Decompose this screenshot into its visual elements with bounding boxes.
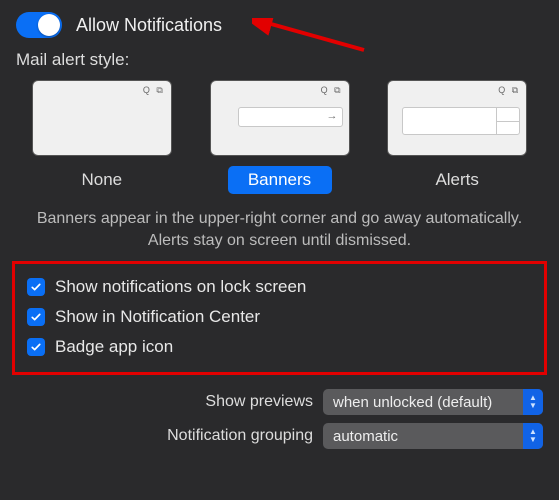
notification-grouping-label: Notification grouping (167, 427, 313, 445)
alert-style-description: Banners appear in the upper-right corner… (0, 194, 559, 257)
notification-center-label: Show in Notification Center (55, 307, 260, 327)
allow-notifications-toggle[interactable] (16, 12, 62, 38)
alert-style-banners-label[interactable]: Banners (228, 166, 332, 194)
show-previews-value: when unlocked (default) (333, 394, 492, 411)
badge-app-icon-checkbox[interactable] (27, 338, 45, 356)
badge-app-icon-label: Badge app icon (55, 337, 173, 357)
search-icon: Q ⧉ (498, 85, 520, 96)
show-previews-select[interactable]: when unlocked (default) ▲▼ (323, 389, 543, 415)
search-icon: Q ⧉ (143, 85, 165, 96)
notification-grouping-select[interactable]: automatic ▲▼ (323, 423, 543, 449)
check-icon (30, 311, 42, 323)
alert-style-none-preview[interactable]: Q ⧉ (32, 80, 172, 156)
show-previews-label: Show previews (205, 393, 313, 411)
allow-notifications-label: Allow Notifications (76, 15, 222, 36)
lock-screen-checkbox[interactable] (27, 278, 45, 296)
chevron-up-down-icon: ▲▼ (523, 389, 543, 415)
search-icon: Q ⧉ (321, 85, 343, 96)
chevron-up-down-icon: ▲▼ (523, 423, 543, 449)
notification-center-checkbox[interactable] (27, 308, 45, 326)
arrow-right-icon: → (327, 110, 338, 122)
alert-style-row: Q ⧉ None Q ⧉ → Banners Q ⧉ Alerts (0, 80, 559, 194)
annotation-red-box: Show notifications on lock screen Show i… (12, 261, 547, 375)
lock-screen-label: Show notifications on lock screen (55, 277, 306, 297)
notification-grouping-value: automatic (333, 428, 398, 445)
alert-style-none-label[interactable]: None (50, 166, 154, 194)
alert-style-alerts-preview[interactable]: Q ⧉ (387, 80, 527, 156)
check-icon (30, 281, 42, 293)
alert-style-alerts-label[interactable]: Alerts (405, 166, 509, 194)
alert-style-banners-preview[interactable]: Q ⧉ → (210, 80, 350, 156)
check-icon (30, 341, 42, 353)
alert-style-heading: Mail alert style: (0, 46, 559, 80)
